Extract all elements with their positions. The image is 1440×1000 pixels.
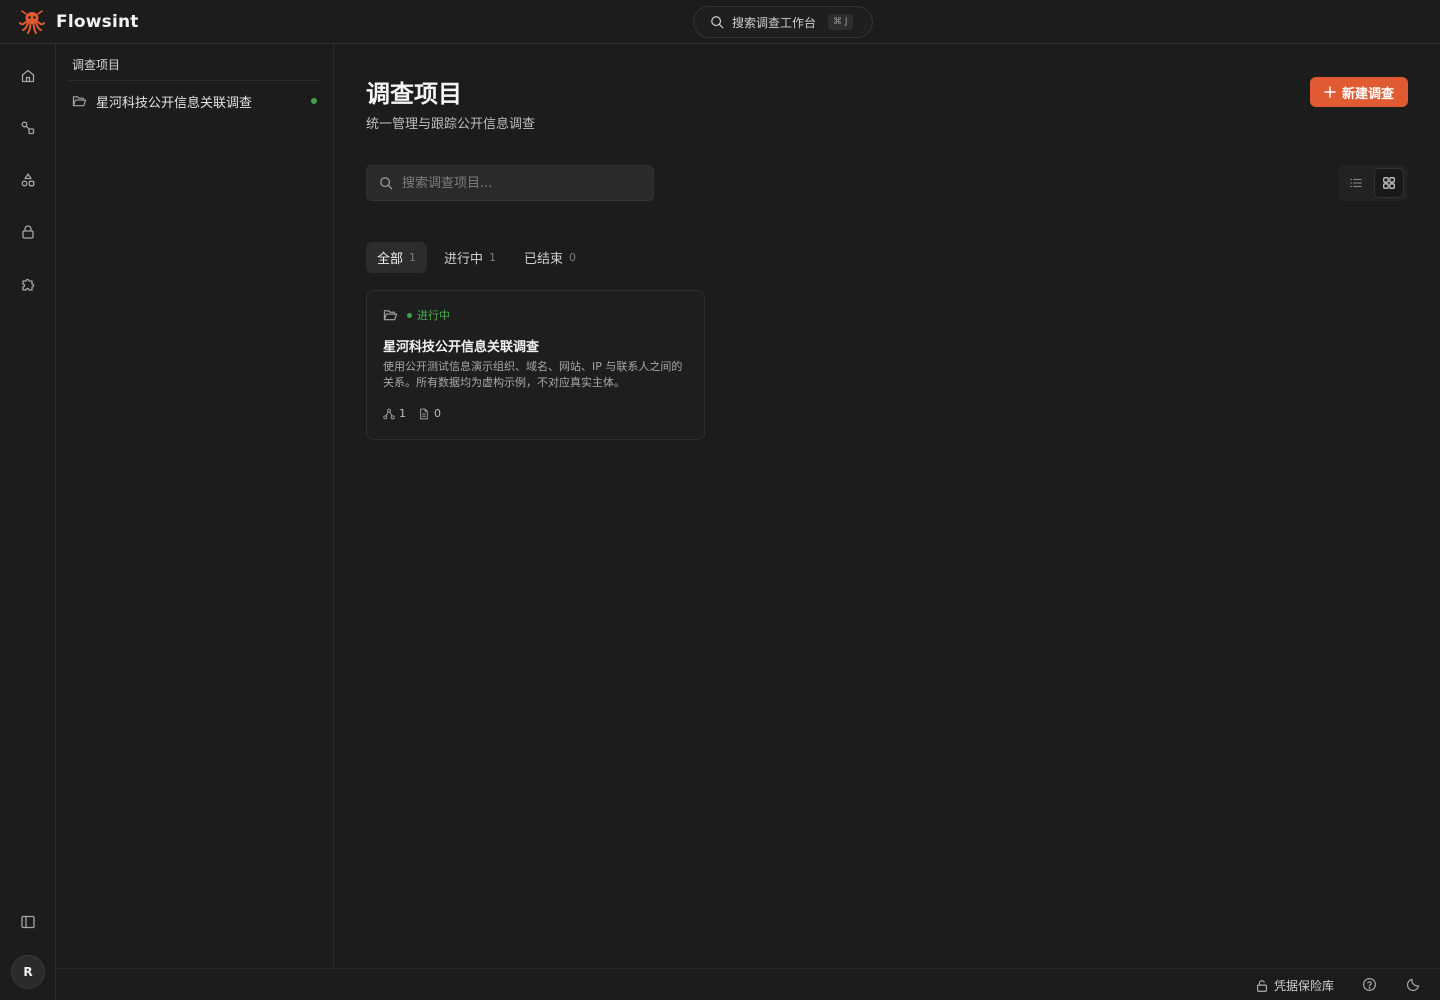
- panel-toggle-icon: [21, 915, 35, 929]
- new-investigation-button[interactable]: 新建调查: [1310, 77, 1408, 107]
- document-count-value: 0: [434, 407, 441, 420]
- help-circle-icon: [1362, 977, 1377, 992]
- rail-integrations-button[interactable]: [14, 270, 42, 298]
- octopus-logo-icon: [19, 10, 45, 34]
- theme-toggle-button[interactable]: [1406, 977, 1421, 992]
- tab-label: 已结束: [524, 252, 564, 267]
- tab-count: 1: [409, 251, 417, 264]
- page-title: 调查项目: [366, 80, 462, 108]
- project-search-input[interactable]: [402, 175, 632, 191]
- document-count: 0: [418, 407, 441, 420]
- tab-label: 进行中: [444, 252, 484, 267]
- sidebar-title: 调查项目: [72, 58, 121, 72]
- rail-shapes-button[interactable]: [14, 166, 42, 194]
- list-view-button[interactable]: [1341, 168, 1371, 198]
- plus-icon: [1324, 86, 1336, 98]
- home-icon: [21, 69, 35, 83]
- tab-closed[interactable]: 已结束 0: [513, 242, 587, 273]
- top-bar: Flowsint 搜索调查工作台 ⌘ J: [0, 0, 1440, 44]
- document-icon: [420, 408, 428, 419]
- lock-icon: [22, 225, 34, 239]
- user-avatar[interactable]: R: [11, 955, 45, 989]
- command-search-button[interactable]: 搜索调查工作台 ⌘ J: [693, 6, 873, 38]
- sidebar-project-label: 星河科技公开信息关联调查: [96, 95, 253, 111]
- search-icon: [711, 16, 724, 29]
- card-title: 星河科技公开信息关联调查: [383, 340, 540, 355]
- sidebar-divider: [68, 80, 320, 81]
- card-header: 进行中: [383, 307, 450, 323]
- graph-count-value: 1: [399, 407, 406, 420]
- grid-view-button[interactable]: [1374, 168, 1404, 198]
- credential-vault-label: 凭据保险库: [1274, 979, 1335, 993]
- view-mode-toggle: [1338, 165, 1408, 201]
- tab-active[interactable]: 进行中 1: [433, 242, 507, 273]
- graph-nodes-icon: [383, 408, 395, 419]
- command-search-label: 搜索调查工作台: [732, 15, 817, 30]
- new-investigation-label: 新建调查: [1341, 86, 1394, 102]
- rail-home-button[interactable]: [14, 62, 42, 90]
- flows-icon: [21, 121, 35, 135]
- active-status-dot: [311, 98, 317, 104]
- help-button[interactable]: [1362, 977, 1377, 992]
- status-badge: 进行中: [407, 307, 450, 323]
- tab-count: 0: [569, 251, 577, 264]
- rail-flows-button[interactable]: [14, 114, 42, 142]
- card-meta: 1 0: [383, 407, 441, 420]
- puzzle-icon: [22, 278, 35, 291]
- rail-lock-button[interactable]: [14, 218, 42, 246]
- tab-label: 全部: [377, 252, 404, 267]
- graph-count: 1: [383, 407, 406, 420]
- shapes-icon: [21, 173, 35, 187]
- credential-vault-button[interactable]: 凭据保险库: [1255, 977, 1334, 994]
- status-dot: [407, 312, 412, 318]
- moon-icon: [1406, 978, 1420, 992]
- main-content: 调查项目 统一管理与跟踪公开信息调查 新建调查 全部 1 进行中 1 已结束 0: [334, 44, 1440, 968]
- investigation-card[interactable]: 进行中 星河科技公开信息关联调查 使用公开测试信息演示组织、域名、网站、IP 与…: [366, 290, 705, 440]
- folder-open-icon: [383, 309, 398, 320]
- app-name: Flowsint: [56, 12, 139, 32]
- sidebar-toggle-button[interactable]: [14, 908, 42, 936]
- card-description: 使用公开测试信息演示组织、域名、网站、IP 与联系人之间的关系。所有数据均为虚构…: [383, 360, 683, 389]
- sidebar-project-item[interactable]: 星河科技公开信息关联调查: [68, 89, 320, 113]
- status-tabs: 全部 1 进行中 1 已结束 0: [366, 242, 587, 273]
- status-label: 进行中: [417, 309, 450, 322]
- list-icon: [1350, 178, 1362, 188]
- page-subtitle: 统一管理与跟踪公开信息调查: [366, 117, 536, 132]
- search-icon: [380, 177, 393, 190]
- icon-rail: R: [0, 44, 56, 1000]
- grid-icon: [1383, 177, 1395, 189]
- tab-all[interactable]: 全部 1: [366, 242, 428, 273]
- project-sidebar: 调查项目 星河科技公开信息关联调查: [56, 44, 334, 968]
- tab-count: 1: [489, 251, 497, 264]
- folder-open-icon: [72, 95, 87, 106]
- footer-bar: 凭据保险库: [56, 968, 1440, 1000]
- project-search-field[interactable]: [366, 165, 654, 201]
- shortcut-badge: ⌘ J: [828, 14, 853, 30]
- brand[interactable]: Flowsint: [18, 8, 139, 36]
- unlock-icon: [1257, 979, 1267, 992]
